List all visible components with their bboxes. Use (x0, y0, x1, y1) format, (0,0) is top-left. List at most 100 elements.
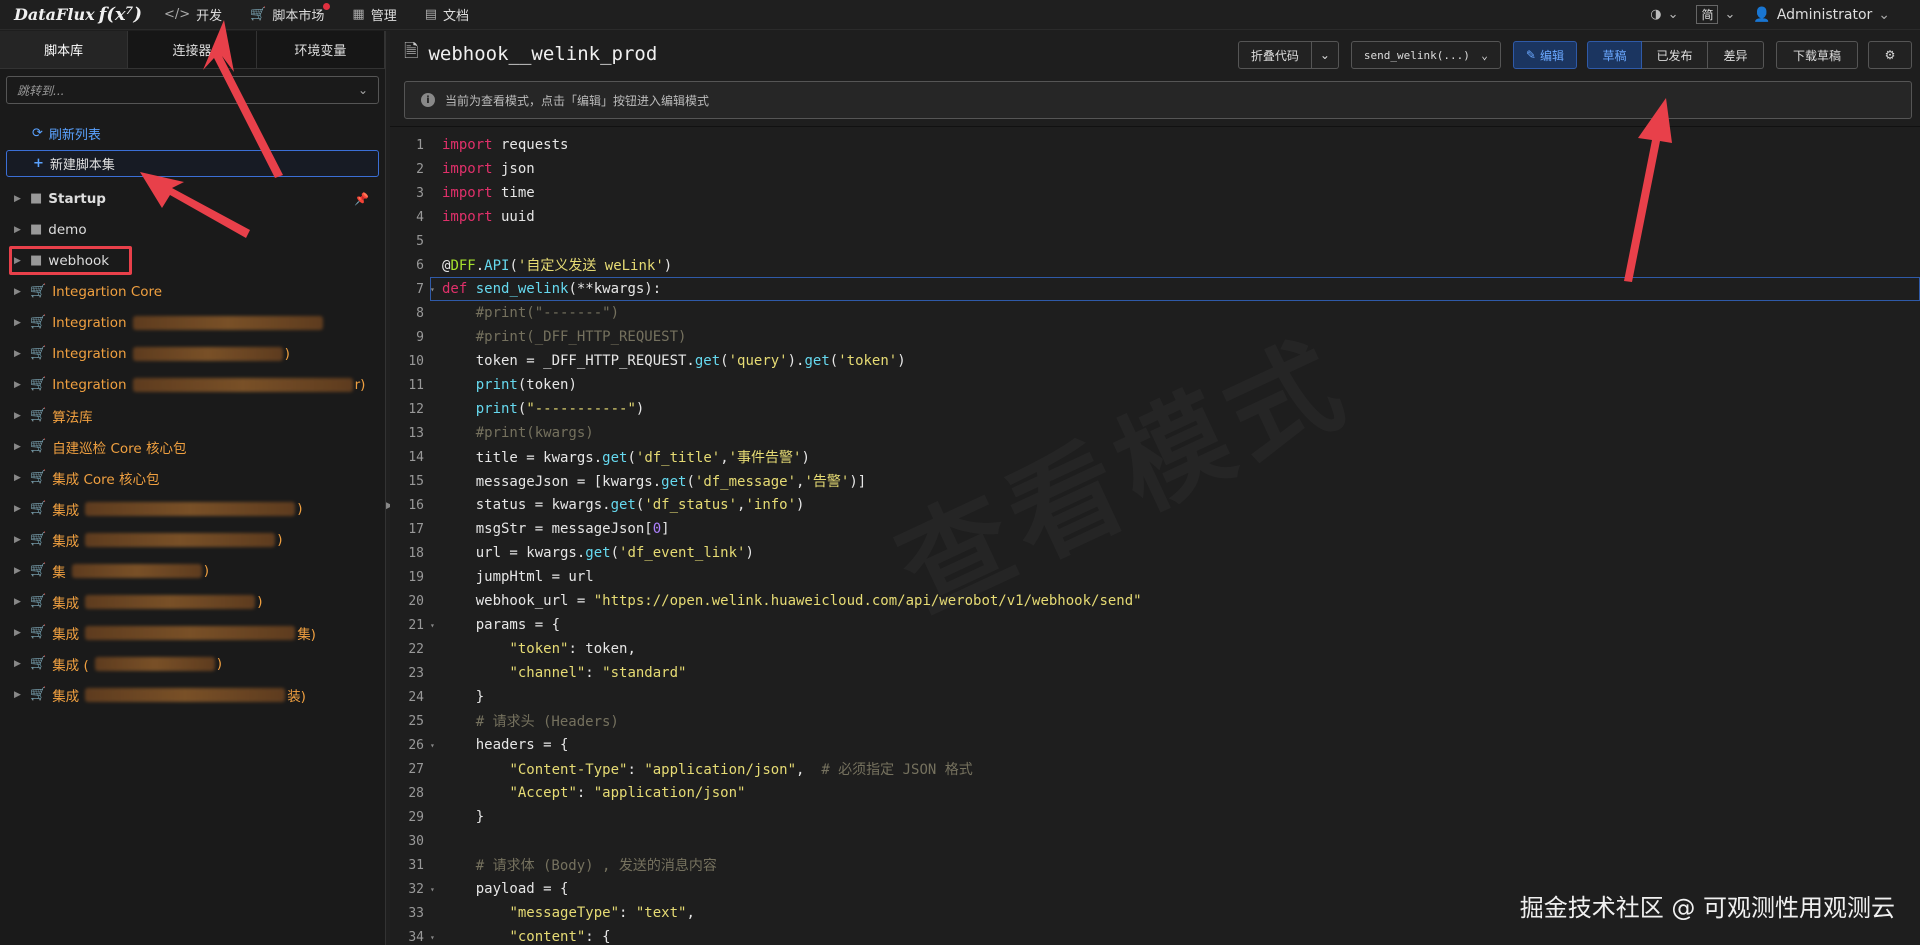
redacted-text (132, 315, 323, 330)
tree-item[interactable]: ▶ 🛒 集) (0, 555, 385, 586)
nav-market[interactable]: 🛒 脚本市场 (236, 0, 338, 30)
code-line[interactable]: 22 "token": token, (390, 637, 1920, 661)
tree-item[interactable]: ▶ 🛒 算法库 (0, 400, 385, 431)
code-line[interactable]: 6 @DFF.API('自定义发送 weLink') (390, 253, 1920, 277)
code-line[interactable]: 15 messageJson = [kwargs.get('df_message… (390, 469, 1920, 493)
code-line[interactable]: 20 webhook_url = "https://open.welink.hu… (390, 589, 1920, 613)
code-line[interactable]: 2 import json (390, 157, 1920, 181)
nav-dev[interactable]: </> 开发 (150, 0, 236, 30)
tree-item-label: Startup (48, 190, 106, 207)
settings-button[interactable]: ⚙ (1868, 41, 1912, 69)
code-line[interactable]: 31 # 请求体 (Body) , 发送的消息内容 (390, 853, 1920, 877)
grid-icon: ▦ (352, 7, 365, 22)
tab-script-lib[interactable]: 脚本库 (0, 31, 129, 68)
code-line[interactable]: 28 "Accept": "application/json" (390, 781, 1920, 805)
tree-item[interactable]: ▶ 🛒 集成 () (0, 648, 385, 679)
tree-item[interactable]: ▶ 🛒 集成 集) (0, 617, 385, 648)
caret-right-icon[interactable]: ▶ (14, 411, 24, 421)
language-select[interactable]: 简 ⌄ (1696, 5, 1735, 24)
fold-toggle-icon[interactable]: ▾ (430, 933, 440, 942)
code-line[interactable]: 5 (390, 229, 1920, 253)
tree-item[interactable]: ▶ 🛒 集成 Core 核心包 (0, 462, 385, 493)
code-line[interactable]: 13 #print(kwargs) (390, 421, 1920, 445)
code-line[interactable]: 8 #print("-------") (390, 301, 1920, 325)
new-script-set-button[interactable]: + 新建脚本集 (6, 150, 379, 177)
code-token: 'token' (838, 353, 898, 369)
redacted-text (94, 656, 215, 671)
nav-manage[interactable]: ▦ 管理 (338, 0, 410, 30)
code-line[interactable]: 34 ▾ "content": { (390, 925, 1920, 945)
tab-connectors[interactable]: 连接器 (128, 31, 257, 68)
code-line[interactable]: 26 ▾ headers = { (390, 733, 1920, 757)
caret-right-icon[interactable]: ▶ (14, 194, 24, 204)
tab-env-vars[interactable]: 环境变量 (256, 31, 385, 68)
tree-item[interactable]: ▶ 🛒 Integration (0, 307, 385, 338)
brand-logo[interactable]: DataFlux f(x⁷) (0, 4, 150, 25)
function-select[interactable]: send_welink(...) ⌄ (1350, 41, 1501, 69)
tree-item[interactable]: ▶ 🛒 集成 装) (0, 679, 385, 710)
diff-tab[interactable]: 差异 (1708, 41, 1764, 69)
code-line[interactable]: 29 } (390, 805, 1920, 829)
code-line[interactable]: 19 jumpHtml = url (390, 565, 1920, 589)
caret-right-icon[interactable]: ▶ (14, 659, 24, 669)
tree-item[interactable]: ▶ 🛒 Integration r) (0, 369, 385, 400)
code-line[interactable]: 18 url = kwargs.get('df_event_link') (390, 541, 1920, 565)
caret-right-icon[interactable]: ▶ (14, 535, 24, 545)
tree-item[interactable]: ▶ 🛒 Integartion Core (0, 276, 385, 307)
code-line[interactable]: 4 import uuid (390, 205, 1920, 229)
caret-right-icon[interactable]: ▶ (14, 473, 24, 483)
tree-item[interactable]: ▶ 🛒 集成) (0, 493, 385, 524)
code-line[interactable]: 24 } (390, 685, 1920, 709)
caret-right-icon[interactable]: ▶ (14, 442, 24, 452)
download-draft-button[interactable]: 下载草稿 (1776, 41, 1858, 69)
tree-item[interactable]: ▶ 🛒 自建巡检 Core 核心包 (0, 431, 385, 462)
code-line[interactable]: 3 import time (390, 181, 1920, 205)
tree-item[interactable]: ▶ ■ Startup 📌 (0, 183, 385, 214)
caret-right-icon[interactable]: ▶ (14, 597, 24, 607)
code-line[interactable]: 12 print("-----------") (390, 397, 1920, 421)
code-line[interactable]: 27 "Content-Type": "application/json", #… (390, 757, 1920, 781)
caret-right-icon[interactable]: ▶ (14, 349, 24, 359)
tree-item[interactable]: ▶ 🛒 集成) (0, 524, 385, 555)
code-line[interactable]: 9 #print(_DFF_HTTP_REQUEST) (390, 325, 1920, 349)
published-tab[interactable]: 已发布 (1642, 41, 1708, 69)
refresh-list-link[interactable]: ⟳ 刷新列表 (32, 124, 385, 143)
draft-tab[interactable]: 草稿 (1587, 41, 1642, 69)
caret-right-icon[interactable]: ▶ (14, 690, 24, 700)
fold-code-button[interactable]: 折叠代码 (1237, 41, 1312, 69)
caret-right-icon[interactable]: ▶ (14, 225, 24, 235)
jump-to-select[interactable]: 跳转到... ⌄ (6, 76, 379, 104)
fold-toggle-icon[interactable]: ▾ (430, 885, 440, 894)
fold-options-button[interactable]: ⌄ (1311, 41, 1339, 69)
code-line[interactable]: 21 ▾ params = { (390, 613, 1920, 637)
theme-select[interactable]: ◑ ⌄ (1650, 7, 1678, 22)
code-line[interactable]: 16 status = kwargs.get('df_status','info… (390, 493, 1920, 517)
nav-docs[interactable]: ▤ 文档 (411, 0, 483, 30)
tree-item[interactable]: ▶ ■ demo (0, 214, 385, 245)
caret-right-icon[interactable]: ▶ (14, 504, 24, 514)
tree-item[interactable]: ▶ 🛒 集成) (0, 586, 385, 617)
fold-toggle-icon[interactable]: ▾ (430, 621, 440, 630)
code-line[interactable]: 23 "channel": "standard" (390, 661, 1920, 685)
code-line[interactable]: 25 # 请求头 (Headers) (390, 709, 1920, 733)
edit-button[interactable]: ✎ 编辑 (1512, 41, 1577, 69)
code-editor[interactable]: 查看模式 1import requests2import json3import… (390, 126, 1920, 945)
caret-right-icon[interactable]: ▶ (14, 380, 24, 390)
code-line[interactable]: 10 token = _DFF_HTTP_REQUEST.get('query'… (390, 349, 1920, 373)
code-line[interactable]: 7 ▾ def send_welink(**kwargs): (390, 277, 1920, 301)
code-line[interactable]: 1 import requests (390, 133, 1920, 157)
user-menu[interactable]: 👤 Administrator ⌄ (1753, 7, 1890, 23)
caret-right-icon[interactable]: ▶ (14, 318, 24, 328)
tree-item[interactable]: ▶ 🛒 Integration) (0, 338, 385, 369)
code-line[interactable]: 11 print(token) (390, 373, 1920, 397)
code-line[interactable]: 30 (390, 829, 1920, 853)
code-line[interactable]: 17 msgStr = messageJson[0] (390, 517, 1920, 541)
code-line[interactable]: 14 title = kwargs.get('df_title','事件告警') (390, 445, 1920, 469)
caret-right-icon[interactable]: ▶ (14, 287, 24, 297)
caret-right-icon[interactable]: ▶ (14, 628, 24, 638)
fold-toggle-icon[interactable]: ▾ (430, 285, 440, 294)
chevron-down-icon: ⌄ (357, 83, 368, 97)
caret-right-icon[interactable]: ▶ (14, 566, 24, 576)
theme-icon: ◑ (1650, 7, 1662, 22)
fold-toggle-icon[interactable]: ▾ (430, 741, 440, 750)
